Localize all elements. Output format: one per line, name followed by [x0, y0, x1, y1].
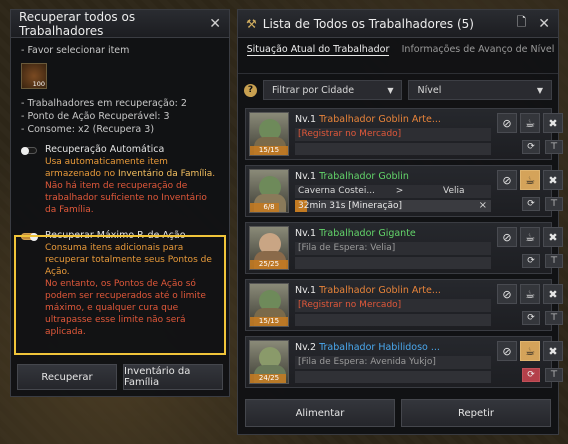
feed-worker-icon[interactable]: ☕	[520, 284, 540, 304]
filters-row: ? Filtrar por Cidade ▼ Nível ▼	[238, 74, 558, 106]
no-feather-icon[interactable]: ⊘	[497, 170, 517, 190]
fire-worker-icon[interactable]: ✖	[543, 227, 563, 247]
worker-portrait: 6/8	[249, 169, 289, 213]
worker-card[interactable]: 15/15 Nv.1 Trabalhador Goblin Arte... [R…	[245, 108, 563, 160]
repeat-work-icon[interactable]: ⟳	[522, 197, 540, 211]
worker-status: [Registrar no Mercado]	[295, 299, 491, 312]
worker-portrait: 15/15	[249, 283, 289, 327]
auto-recovery-option: Recuperação Automática Usa automaticamen…	[11, 144, 229, 216]
action-points: 25/25	[258, 260, 280, 268]
worker-name: Nv.1 Trabalhador Goblin Arte...	[295, 114, 441, 125]
level-filter-dropdown[interactable]: Nível ▼	[408, 80, 552, 100]
action-points: 15/15	[258, 317, 280, 325]
no-feather-icon[interactable]: ⊘	[497, 284, 517, 304]
upgrade-icon[interactable]: ⊤	[545, 368, 563, 382]
upgrade-icon[interactable]: ⊤	[545, 254, 563, 268]
right-window-titlebar[interactable]: ⚒ Lista de Todos os Trabalhadores (5) 🗋 …	[238, 10, 558, 38]
fire-worker-icon[interactable]: ✖	[543, 284, 563, 304]
upgrade-icon[interactable]: ⊤	[545, 311, 563, 325]
work-progress-bar: 32min 31s [Mineração] ×	[295, 200, 491, 212]
left-window-title: Recuperar todos os Trabalhadores	[19, 9, 136, 38]
feed-button[interactable]: Alimentar	[245, 399, 395, 427]
worker-status: [Fila de Espera: Avenida Yukjo]	[295, 356, 491, 369]
item-quantity: 100	[32, 80, 45, 88]
city-filter-dropdown[interactable]: Filtrar por Cidade ▼	[262, 80, 403, 100]
worker-name: Nv.1 Trabalhador Goblin	[295, 171, 409, 182]
right-window-title: Lista de Todos os Trabalhadores (5)	[262, 16, 474, 31]
close-icon[interactable]: ✕	[209, 16, 221, 32]
fire-worker-icon[interactable]: ✖	[543, 113, 563, 133]
worker-card[interactable]: 6/8 Nv.1 Trabalhador Goblin Caverna Cost…	[245, 165, 563, 217]
no-feather-icon[interactable]: ⊘	[497, 113, 517, 133]
document-icon[interactable]: 🗋	[517, 13, 527, 34]
recover-button[interactable]: Recuperar	[17, 364, 117, 390]
max-recovery-highlight-box	[14, 235, 226, 355]
worker-tabs: Situação Atual do Trabalhador Informaçõe…	[238, 38, 558, 74]
close-icon[interactable]: ✕	[538, 16, 550, 32]
worker-card[interactable]: 25/25 Nv.1 Trabalhador Gigante [Fila de …	[245, 222, 563, 274]
auto-recovery-label: Recuperação Automática	[45, 144, 165, 155]
upgrade-icon[interactable]: ⊤	[545, 197, 563, 211]
feed-worker-icon[interactable]: ☕	[520, 341, 540, 361]
repeat-button[interactable]: Repetir	[401, 399, 551, 427]
stat-recoverable-ap: - Ponto de Ação Recuperável: 3	[21, 111, 170, 122]
chevron-down-icon: ▼	[387, 85, 394, 95]
no-feather-icon[interactable]: ⊘	[497, 227, 517, 247]
work-progress-bar	[295, 257, 491, 269]
worker-portrait: 15/15	[249, 112, 289, 156]
repeat-work-icon[interactable]: ⟳	[522, 368, 540, 382]
worker-status: [Registrar no Mercado]	[295, 128, 491, 141]
worker-portrait: 25/25	[249, 226, 289, 270]
action-points: 15/15	[258, 146, 280, 154]
chevron-down-icon: ▼	[536, 85, 543, 95]
action-points: 24/25	[258, 374, 280, 382]
worker-name: Nv.1 Trabalhador Goblin Arte...	[295, 285, 441, 296]
cancel-work-icon[interactable]: ×	[479, 200, 487, 212]
repeat-work-icon[interactable]: ⟳	[522, 254, 540, 268]
help-icon[interactable]: ?	[244, 83, 257, 97]
worker-name: Nv.2 Trabalhador Habilidoso ...	[295, 342, 440, 353]
work-progress-bar	[295, 143, 491, 155]
auto-recovery-warning: Não há item de recuperação de trabalhado…	[45, 181, 207, 215]
action-points: 6/8	[263, 203, 275, 211]
fire-worker-icon[interactable]: ✖	[543, 341, 563, 361]
upgrade-icon[interactable]: ⊤	[545, 140, 563, 154]
repeat-work-icon[interactable]: ⟳	[522, 140, 540, 154]
worker-list-window: ⚒ Lista de Todos os Trabalhadores (5) 🗋 …	[237, 9, 563, 435]
left-window-titlebar[interactable]: Recuperar todos os Trabalhadores ✕	[11, 10, 229, 38]
worker-card[interactable]: 24/25 Nv.2 Trabalhador Habilidoso ... [F…	[245, 336, 563, 388]
work-progress-bar	[295, 371, 491, 383]
family-inventory-button[interactable]: Inventário da Família	[123, 364, 223, 390]
feed-worker-icon[interactable]: ☕	[520, 227, 540, 247]
select-item-text: - Favor selecionar item	[21, 45, 130, 56]
tab-level-progress[interactable]: Informações de Avanço de Nível	[398, 38, 558, 73]
worker-portrait: 24/25	[249, 340, 289, 384]
work-progress-bar	[295, 314, 491, 326]
stat-consume: - Consome: x2 (Recupera 3)	[21, 124, 155, 135]
stat-recovering: - Trabalhadores em recuperação: 2	[21, 98, 187, 109]
tab-current-status[interactable]: Situação Atual do Trabalhador	[238, 38, 398, 73]
fire-worker-icon[interactable]: ✖	[543, 170, 563, 190]
feed-worker-icon[interactable]: ☕	[520, 113, 540, 133]
worker-card[interactable]: 15/15 Nv.1 Trabalhador Goblin Arte... [R…	[245, 279, 563, 331]
worker-status: [Fila de Espera: Velia]	[295, 242, 491, 255]
auto-recovery-toggle[interactable]	[21, 147, 37, 155]
worker-pickaxe-icon: ⚒	[246, 16, 257, 31]
repeat-work-icon[interactable]: ⟳	[522, 311, 540, 325]
auto-recovery-desc: Usa automaticamente item armazenado no I…	[45, 157, 216, 179]
feed-worker-icon[interactable]: ☕	[520, 170, 540, 190]
no-feather-icon[interactable]: ⊘	[497, 341, 517, 361]
worker-status: Caverna Costei... > Velia	[295, 185, 491, 198]
worker-name: Nv.1 Trabalhador Gigante	[295, 228, 416, 239]
recovery-item-slot[interactable]: 100	[21, 63, 47, 89]
